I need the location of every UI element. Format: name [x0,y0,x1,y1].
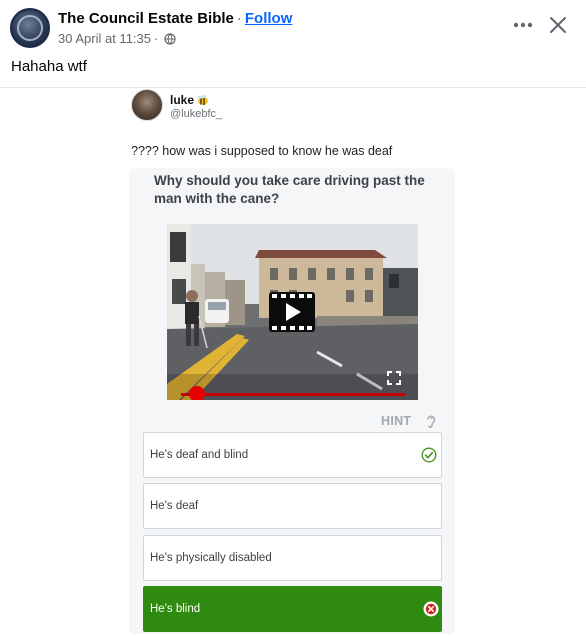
play-button[interactable] [269,292,315,332]
answer-label: He's blind [150,603,201,615]
more-dots-icon [513,22,533,28]
video-play-icon [269,292,315,332]
meta-separator: · [154,31,159,46]
fullscreen-button[interactable] [386,370,402,386]
answer-option-selected-wrong[interactable]: He's blind [143,586,442,632]
follow-button[interactable]: Follow [245,10,293,27]
quiz-question: Why should you take care driving past th… [154,173,425,206]
tweet-author-name: luke [170,93,195,107]
page-title: The Council Estate Bible · Follow [58,10,292,27]
answer-label: He's deaf [150,500,199,512]
answer-label: He's physically disabled [150,552,272,564]
answer-option[interactable]: He's deaf [143,483,442,529]
post-meta: 30 April at 11:35 · [58,31,176,46]
video-player[interactable] [167,224,418,400]
close-button[interactable] [545,12,571,38]
post-caption: Hahaha wtf [11,58,87,75]
answer-label: He's deaf and blind [150,449,249,461]
avatar-logo-ring [17,15,43,41]
answer-option[interactable]: He's physically disabled [143,535,442,581]
post-timestamp[interactable]: 30 April at 11:35 [58,31,151,46]
hint-button[interactable]: HINT [381,414,411,428]
answer-option[interactable]: He's deaf and blind [143,432,442,478]
tweet-author: luke [170,93,209,107]
video-seek-bar[interactable] [181,393,405,396]
fullscreen-icon [387,371,401,385]
globe-icon [164,32,176,45]
name-separator: · [236,10,242,27]
close-icon [550,17,566,33]
tweet-handle: @lukebfc_ [170,108,223,120]
bee-icon [197,94,209,105]
page-name-link[interactable]: The Council Estate Bible [58,10,234,27]
media-divider [0,87,586,88]
tweet-text: ???? how was i supposed to know he was d… [131,144,393,158]
wrong-cross-icon [423,601,439,617]
tweet-avatar [131,89,163,121]
page-avatar[interactable] [10,8,50,48]
correct-check-icon [421,447,437,463]
video-seek-handle[interactable] [188,386,205,400]
more-options-button[interactable] [508,12,538,38]
hint-ear-icon[interactable] [425,413,437,429]
